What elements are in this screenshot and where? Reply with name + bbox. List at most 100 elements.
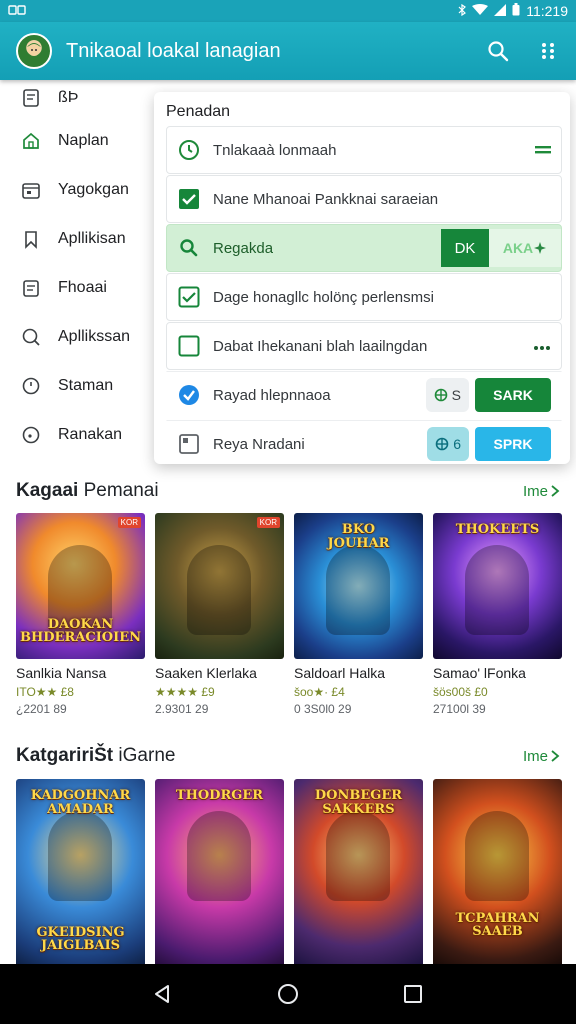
character-art xyxy=(326,811,390,901)
ghost-button[interactable]: AKA xyxy=(489,229,561,267)
equals-icon xyxy=(535,142,551,159)
side-item-3[interactable]: Apllikisan xyxy=(0,214,160,263)
game-card-row: KADGOHNAR AMADAR GKEIDSING JAIGLBAIS THO… xyxy=(16,779,562,969)
panel-row-0[interactable]: Tnlakaaà lonmaah xyxy=(166,126,562,174)
more-options-button[interactable] xyxy=(534,37,562,65)
search-actions: DK AKA xyxy=(441,229,561,267)
section-title-bold: Kagaai xyxy=(16,480,79,501)
action-button[interactable]: SPRK xyxy=(475,427,551,461)
chevron-right-icon xyxy=(551,750,560,762)
side-item-0[interactable]: ßÞ xyxy=(0,80,160,116)
clock-icon xyxy=(177,138,201,162)
wifi-icon xyxy=(472,3,489,19)
app-bar-actions xyxy=(484,37,562,65)
page-title: Tnikaoal loakal lanagian xyxy=(66,39,281,62)
panel-row-trail xyxy=(535,142,551,159)
square-icon[interactable] xyxy=(177,432,201,456)
character-art xyxy=(326,545,390,635)
game-card[interactable]: THOKEETS Samao' lFonka šös00š £0 27100l … xyxy=(433,513,562,716)
app-bar: Tnikaoal loakal lanagian xyxy=(0,22,576,80)
chat-icon xyxy=(20,326,42,348)
checkbox-empty-icon[interactable] xyxy=(177,334,201,358)
character-art xyxy=(465,545,529,635)
game-rating: šoo★· £4 xyxy=(294,685,345,699)
home-icon xyxy=(20,130,42,152)
home-button[interactable] xyxy=(268,974,308,1014)
action-button[interactable]: SARK xyxy=(475,378,551,412)
panel-row-label: Tnlakaaà lonmaah xyxy=(213,141,337,159)
game-count: 0 3S0l0 29 xyxy=(294,702,352,716)
section-header: Kagaai Pemanai Ime xyxy=(16,480,560,502)
side-item-1[interactable]: Naplan xyxy=(0,116,160,165)
side-item-label: Apllikssan xyxy=(58,327,131,345)
section-title-rest: iGarne xyxy=(118,745,176,766)
search-icon xyxy=(177,236,201,260)
game-card[interactable]: TCPAHRAN SAAEB xyxy=(433,779,562,969)
thumb-title: DONBEGER SAKKERS xyxy=(314,788,403,817)
panel-row-4[interactable]: Dabat Ihekanani blah laailngdan xyxy=(166,322,562,370)
panel-row-3[interactable]: Dage honagllc holönç perlensmsi xyxy=(166,273,562,321)
side-item-label: Staman xyxy=(58,376,114,394)
thumb-title-bottom: GKEIDSING JAIGLBAIS xyxy=(36,924,125,954)
more-horizontal-icon[interactable] xyxy=(533,338,551,355)
info-icon xyxy=(20,424,42,446)
battery-icon xyxy=(512,3,520,19)
character-art xyxy=(187,545,251,635)
side-item-5[interactable]: Apllikssan xyxy=(0,312,160,361)
clock-icon xyxy=(20,375,42,397)
game-thumbnail: DONBEGER SAKKERS xyxy=(294,779,423,969)
filter-panel: Penadan Tnlakaaà lonmaah Nane Mhanoai Pa… xyxy=(154,92,570,464)
status-time: 11:219 xyxy=(526,3,568,19)
panel-row-1[interactable]: Nane Mhanoai Pankknai saraeian xyxy=(166,175,562,223)
game-card[interactable]: KADGOHNAR AMADAR GKEIDSING JAIGLBAIS xyxy=(16,779,145,969)
ghost-button-label: AKA xyxy=(502,240,534,256)
side-item-7[interactable]: Ranakan xyxy=(0,410,160,459)
search-button[interactable] xyxy=(484,37,512,65)
bookmark-icon xyxy=(20,228,42,250)
avatar-face-icon xyxy=(27,43,41,56)
game-thumbnail: THOKEETS xyxy=(433,513,562,659)
side-item-6[interactable]: Staman xyxy=(0,361,160,410)
calendar-icon xyxy=(20,179,42,201)
side-item-label: ßÞ xyxy=(58,89,79,106)
status-right: 11:219 xyxy=(458,3,568,19)
recents-button[interactable] xyxy=(393,974,433,1014)
chip[interactable]: 6 xyxy=(427,427,469,461)
panel-row-5[interactable]: Rayad hlepnnaoa S SARK xyxy=(166,371,562,419)
chip-label: 6 xyxy=(453,436,461,452)
grid-dots-icon xyxy=(542,43,554,59)
ok-button[interactable]: DK xyxy=(441,229,489,267)
more-link[interactable]: Ime xyxy=(523,748,560,765)
side-item-2[interactable]: Yagokgan xyxy=(0,165,160,214)
game-card[interactable]: DONBEGER SAKKERS xyxy=(294,779,423,969)
chip-label: S xyxy=(451,387,461,403)
game-thumbnail: KOR DAOKAN BHDERACIOIEN xyxy=(16,513,145,659)
game-card[interactable]: THODRGER xyxy=(155,779,284,969)
check-circle-icon[interactable] xyxy=(177,383,201,407)
back-button[interactable] xyxy=(143,974,183,1014)
more-link[interactable]: Ime xyxy=(523,483,560,500)
notification-icon xyxy=(8,4,26,18)
recents-square-icon xyxy=(404,985,423,1003)
game-name: Samao' lFonka xyxy=(433,665,526,681)
game-card[interactable]: KOR Saaken Klerlaka ★★★★ £9 2.9301 29 xyxy=(155,513,284,716)
avatar[interactable] xyxy=(16,33,52,69)
game-card[interactable]: BKO JOUHAR Saldoarl Halka šoo★· £4 0 3S0… xyxy=(294,513,423,716)
search-icon xyxy=(488,41,509,62)
panel-row-search[interactable]: Regakda DK AKA xyxy=(166,224,562,272)
thumb-title: BKO JOUHAR xyxy=(327,522,390,551)
panel-row-6[interactable]: Reya Nradani 6 SPRK xyxy=(166,420,562,468)
checkbox-outline-checked-icon[interactable] xyxy=(177,285,201,309)
checkbox-checked-icon[interactable] xyxy=(177,187,201,211)
game-count: ¿2201 89 xyxy=(16,702,67,716)
thumb-title: THOKEETS xyxy=(455,522,540,537)
panel-row-label: Rayad hlepnnaoa xyxy=(213,386,331,404)
side-item-4[interactable]: Fhoaai xyxy=(0,263,160,312)
side-item-label: Yagokgan xyxy=(58,180,129,198)
chip[interactable]: S xyxy=(425,378,469,412)
game-card[interactable]: KOR DAOKAN BHDERACIOIEN Sanlkia Nansa IT… xyxy=(16,513,145,716)
more-link-label: Ime xyxy=(522,747,548,765)
panel-row-label: Nane Mhanoai Pankknai saraeian xyxy=(213,190,439,208)
character-art xyxy=(465,811,529,901)
panel-row-trail xyxy=(533,338,551,355)
